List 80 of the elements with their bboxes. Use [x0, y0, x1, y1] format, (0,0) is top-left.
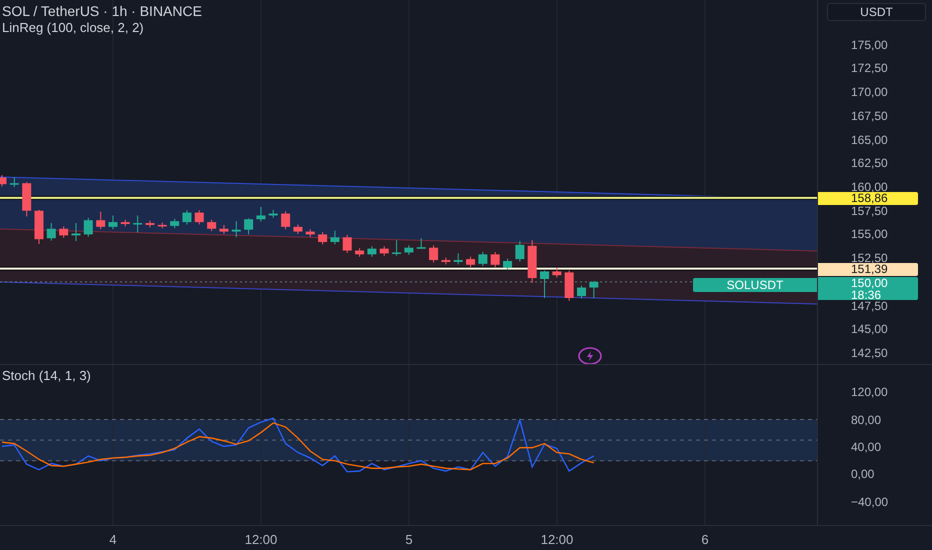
time-tick: 5: [405, 532, 413, 547]
stoch-tick: −40,00: [851, 496, 888, 508]
candle: [466, 256, 476, 268]
candle: [170, 218, 180, 229]
stoch-tick: 80,00: [851, 414, 882, 426]
symbol-tag: SOLUSDT: [693, 278, 817, 292]
price-badge: 150,00 18:36: [818, 277, 918, 300]
price-tick: 162,50: [851, 157, 888, 170]
candle: [330, 230, 340, 245]
price-tick: 170,00: [851, 86, 888, 98]
candle: [232, 220, 241, 238]
lightning-icon[interactable]: [578, 347, 602, 364]
time-tick: 6: [701, 532, 709, 547]
indicator-label: Stoch (14, 1, 3): [2, 368, 91, 384]
stoch-tick: 40,00: [851, 440, 882, 453]
price-tick: 142,50: [851, 346, 888, 359]
candle: [515, 240, 524, 262]
price-tick: 145,00: [851, 323, 888, 336]
price-tick: 160,00: [851, 180, 888, 193]
candle: [145, 220, 154, 228]
candle: [0, 174, 6, 188]
candle: [158, 222, 167, 229]
candle: [207, 219, 216, 232]
candle: [256, 206, 266, 222]
candle: [59, 226, 68, 238]
time-tick: 4: [109, 532, 117, 547]
candle: [10, 177, 19, 188]
candle: [441, 257, 450, 265]
symbol-title: SOL / TetherUS · 1h · BINANCE: [2, 3, 202, 19]
price-tick: 147,50: [851, 300, 888, 312]
candle: [540, 270, 550, 298]
candle: [281, 210, 290, 230]
candle: [108, 214, 118, 230]
candle: [293, 224, 302, 234]
time-tick: 12:00: [244, 532, 278, 547]
candle: [120, 219, 130, 227]
candle: [46, 222, 56, 242]
candle: [194, 210, 204, 225]
candle: [182, 210, 192, 225]
indicator-label: LinReg (100, close, 2, 2): [2, 20, 145, 36]
candle: [478, 251, 488, 267]
stoch-tick: 120,00: [851, 386, 888, 398]
candle: [577, 285, 586, 299]
candle: [503, 258, 512, 270]
price-tick: 155,00: [851, 228, 888, 240]
price-tick: 175,00: [851, 38, 888, 51]
candle: [22, 182, 32, 217]
candle: [490, 251, 500, 268]
price-tick: 167,50: [851, 110, 888, 122]
time-tick: 12:00: [540, 532, 574, 547]
candle: [342, 234, 352, 254]
candle: [404, 244, 414, 256]
candle: [84, 217, 93, 238]
candle: [380, 246, 389, 256]
candle: [318, 232, 328, 245]
candle: [133, 214, 142, 234]
candle: [429, 244, 438, 263]
candle: [392, 240, 402, 256]
candle: [244, 218, 254, 235]
candle: [219, 224, 228, 234]
candle: [589, 280, 598, 298]
candle: [528, 240, 537, 284]
candle: [355, 248, 364, 258]
price-tick: 157,50: [851, 204, 888, 217]
candle: [416, 238, 426, 250]
price-badge: 158,86: [818, 192, 918, 205]
candle: [552, 267, 562, 278]
price-tick: 165,00: [851, 134, 888, 146]
candle: [71, 222, 80, 242]
price-tick: 152,50: [851, 252, 888, 264]
candle: [96, 211, 106, 230]
stoch-tick: 0,00: [851, 468, 874, 480]
price-badge: 151,39: [818, 263, 918, 276]
currency-button[interactable]: USDT: [827, 3, 926, 21]
candle: [306, 228, 315, 238]
candle: [564, 270, 574, 302]
price-tick: 172,50: [851, 62, 888, 74]
candle: [367, 246, 376, 258]
candle: [454, 252, 463, 265]
candle: [268, 209, 278, 218]
